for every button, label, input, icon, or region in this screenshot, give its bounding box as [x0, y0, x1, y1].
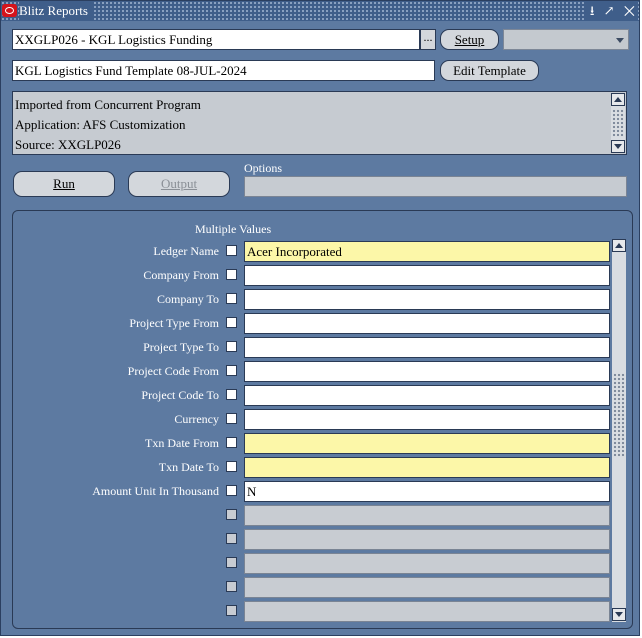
scroll-up-icon[interactable] [612, 239, 626, 252]
param-field-project-code-from[interactable] [244, 361, 610, 382]
param-field-empty-15[interactable] [244, 601, 610, 622]
run-label: Run [53, 176, 75, 191]
param-field-company-from[interactable] [244, 265, 610, 286]
description-line: Imported from Concurrent Program [15, 97, 201, 112]
scroll-thumb[interactable] [613, 373, 625, 457]
lov-button[interactable]: ... [420, 29, 436, 50]
param-label-ledger-name: Ledger Name [153, 244, 219, 258]
description-line: Application: AFS Customization [15, 117, 186, 132]
param-field-txn-date-from[interactable] [244, 433, 610, 454]
report-select-combo[interactable] [503, 29, 629, 50]
multiple-values-checkbox-empty-14[interactable] [226, 581, 237, 592]
param-field-project-type-from[interactable] [244, 313, 610, 334]
chevron-down-icon [616, 38, 624, 43]
param-field-txn-date-to[interactable] [244, 457, 610, 478]
multiple-values-checkbox-empty-13[interactable] [226, 557, 237, 568]
oracle-logo-icon [2, 4, 17, 17]
param-label-amount-unit-in-thousand: Amount Unit In Thousand [92, 484, 219, 498]
options-label: Options [244, 161, 283, 175]
param-label-project-code-to: Project Code To [141, 388, 219, 402]
multiple-values-checkbox-empty-15[interactable] [226, 605, 237, 616]
edit-template-button[interactable]: Edit Template [440, 60, 539, 81]
param-field-currency[interactable] [244, 409, 610, 430]
output-button[interactable]: Output [128, 171, 230, 197]
window-controls[interactable]: ⭳ ↗ ✕ [585, 2, 638, 20]
param-label-company-from: Company From [143, 268, 219, 282]
multiple-values-checkbox-company-from[interactable] [226, 269, 237, 280]
param-label-project-type-from: Project Type From [129, 316, 219, 330]
scroll-thumb[interactable] [612, 109, 624, 137]
scroll-up-icon[interactable] [611, 93, 625, 106]
multiple-values-checkbox-amount-unit-in-thousand[interactable] [226, 485, 237, 496]
multiple-values-checkbox-ledger-name[interactable] [226, 245, 237, 256]
setup-label: Setup [454, 32, 485, 47]
report-name-field[interactable]: XXGLP026 - KGL Logistics Funding [12, 29, 420, 50]
multiple-values-checkbox-txn-date-from[interactable] [226, 437, 237, 448]
param-field-project-type-to[interactable] [244, 337, 610, 358]
template-field[interactable]: KGL Logistics Fund Template 08-JUL-2024 [12, 60, 435, 81]
param-field-empty-11[interactable] [244, 505, 610, 526]
title-bar[interactable]: Blitz Reports ⭳ ↗ ✕ [1, 1, 639, 21]
param-label-txn-date-to: Txn Date To [158, 460, 219, 474]
param-field-ledger-name[interactable]: Acer Incorporated [244, 241, 610, 262]
param-label-currency: Currency [174, 412, 219, 426]
param-label-txn-date-from: Txn Date From [145, 436, 219, 450]
scroll-down-icon[interactable] [611, 140, 625, 153]
blitz-reports-window: Blitz Reports ⭳ ↗ ✕ XXGLP026 - KGL Logis… [0, 0, 640, 636]
scroll-down-icon[interactable] [612, 608, 626, 621]
window-title: Blitz Reports [19, 2, 92, 20]
description-line: Source: XXGLP026 [15, 137, 121, 152]
multiple-values-checkbox-empty-11[interactable] [226, 509, 237, 520]
param-label-company-to: Company To [157, 292, 219, 306]
multiple-values-checkbox-project-type-to[interactable] [226, 341, 237, 352]
multiple-values-checkbox-currency[interactable] [226, 413, 237, 424]
output-label: Output [160, 176, 198, 191]
multiple-values-checkbox-project-code-to[interactable] [226, 389, 237, 400]
param-field-company-to[interactable] [244, 289, 610, 310]
param-field-amount-unit-in-thousand[interactable]: N [244, 481, 610, 502]
description-scrollbar[interactable] [611, 93, 625, 153]
param-label-project-type-to: Project Type To [143, 340, 219, 354]
multiple-values-checkbox-txn-date-to[interactable] [226, 461, 237, 472]
multiple-values-checkbox-project-code-from[interactable] [226, 365, 237, 376]
multiple-values-checkbox-company-to[interactable] [226, 293, 237, 304]
description-box[interactable]: Imported from Concurrent Program Applica… [12, 91, 627, 155]
setup-button[interactable]: Setup [440, 29, 499, 50]
multiple-values-header: Multiple Values [195, 222, 272, 236]
parameters-scrollbar[interactable] [612, 239, 626, 622]
param-field-empty-12[interactable] [244, 529, 610, 550]
param-label-project-code-from: Project Code From [127, 364, 219, 378]
multiple-values-checkbox-empty-12[interactable] [226, 533, 237, 544]
param-field-empty-14[interactable] [244, 577, 610, 598]
param-field-empty-13[interactable] [244, 553, 610, 574]
run-button[interactable]: Run [13, 171, 115, 197]
param-field-project-code-to[interactable] [244, 385, 610, 406]
options-field[interactable] [244, 176, 627, 197]
multiple-values-checkbox-project-type-from[interactable] [226, 317, 237, 328]
